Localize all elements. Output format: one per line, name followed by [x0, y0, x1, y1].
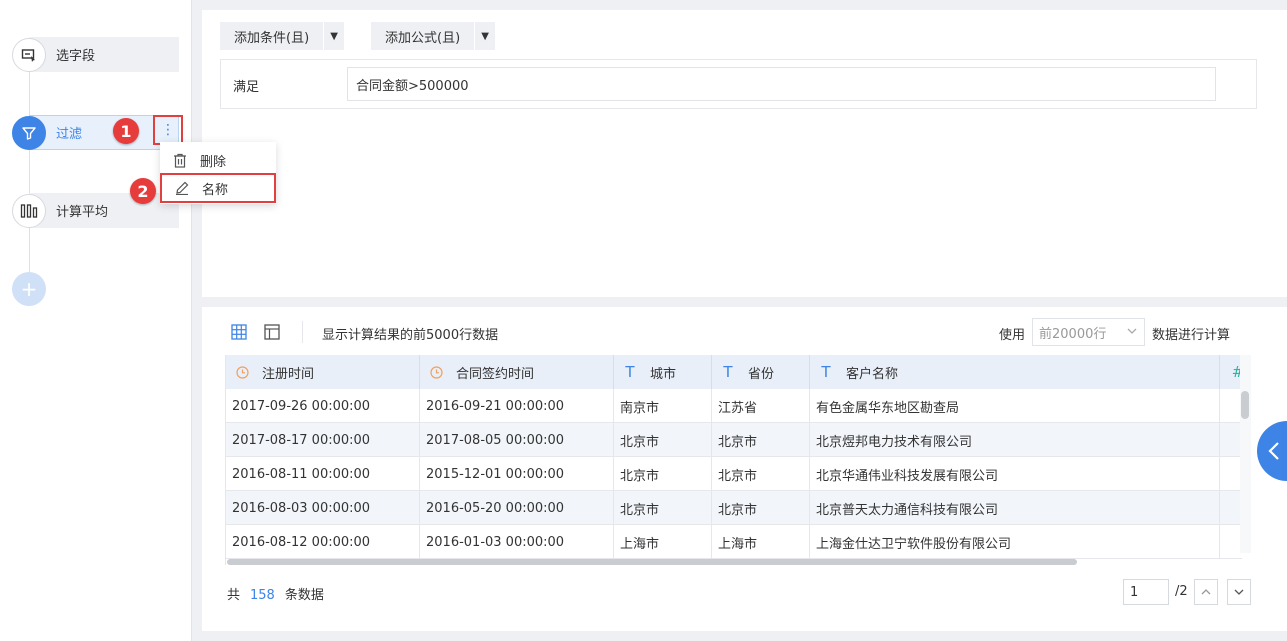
table-row[interactable]: 2016-08-11 00:00:00 2015-12-01 00:00:00 … — [226, 457, 1242, 491]
text-type-icon: T — [723, 363, 733, 381]
vertical-scrollbar-track — [1240, 355, 1251, 553]
chevron-down-icon — [1234, 589, 1244, 595]
trash-icon — [172, 152, 188, 168]
clock-icon — [234, 365, 250, 379]
text-type-icon: T — [821, 363, 831, 381]
page-total: /2 — [1175, 584, 1188, 599]
chevron-left-icon — [1268, 442, 1279, 460]
chevron-down-icon — [1126, 325, 1138, 340]
condition-box: 满足 合同金额>500000 — [220, 59, 1257, 109]
layout-view-icon[interactable] — [264, 324, 280, 340]
pipeline-connector — [29, 55, 30, 290]
column-header[interactable]: T 城市 — [614, 355, 712, 389]
menu-item-rename[interactable]: 名称 — [160, 173, 276, 203]
annotation-badge: 2 — [130, 178, 156, 204]
page-input[interactable]: 1 — [1123, 579, 1169, 605]
use-label: 使用 — [999, 328, 1026, 343]
menu-item-label: 名称 — [202, 182, 229, 198]
preview-info: 显示计算结果的前5000行数据 — [322, 328, 499, 343]
column-header[interactable]: T 省份 — [712, 355, 810, 389]
vertical-scrollbar[interactable] — [1241, 391, 1249, 419]
table-row[interactable]: 2017-08-17 00:00:00 2017-08-05 00:00:00 … — [226, 423, 1242, 457]
pencil-icon — [174, 180, 190, 196]
context-menu: 删除 名称 — [160, 142, 276, 204]
add-formula-button[interactable]: 添加公式(且) ▼ — [371, 22, 496, 50]
satisfy-label: 满足 — [233, 80, 260, 95]
column-header[interactable]: # — [1220, 355, 1242, 389]
plus-icon[interactable]: + — [12, 272, 46, 306]
horizontal-scrollbar[interactable] — [227, 559, 1077, 565]
column-header[interactable]: T 客户名称 — [810, 355, 1220, 389]
annotation-badge: 1 — [113, 118, 139, 144]
pipeline-panel: 选字段 过滤 ⋮ 1 计算平均 + — [0, 0, 192, 641]
column-header[interactable]: 合同签约时间 — [420, 355, 614, 389]
page-down-button[interactable] — [1227, 579, 1251, 605]
step-label: 选字段 — [56, 49, 96, 64]
calc-label: 数据进行计算 — [1152, 328, 1231, 343]
caret-down-icon[interactable]: ▼ — [323, 22, 344, 50]
page-up-button[interactable] — [1194, 579, 1218, 605]
table-row[interactable]: 2017-09-26 00:00:00 2016-09-21 00:00:00 … — [226, 389, 1242, 423]
average-columns-icon — [12, 193, 46, 228]
step-select-field[interactable]: 选字段 — [12, 37, 179, 72]
menu-item-delete[interactable]: 删除 — [160, 145, 276, 175]
condition-input[interactable]: 合同金额>500000 — [347, 67, 1216, 101]
chevron-up-icon — [1201, 589, 1211, 595]
data-table: 注册时间 合同签约时间 T 城市 T 省份 T 客户名称 # 20 — [225, 355, 1242, 565]
grid-view-icon[interactable] — [231, 324, 247, 340]
data-preview-panel: 显示计算结果的前5000行数据 使用 前20000行 数据进行计算 注册时间 合… — [202, 307, 1287, 631]
row-limit-select[interactable]: 前20000行 — [1032, 318, 1145, 346]
clock-icon — [428, 365, 444, 379]
step-label: 计算平均 — [56, 205, 109, 220]
filter-panel: 添加条件(且) ▼ 添加公式(且) ▼ 满足 合同金额>500000 — [202, 10, 1287, 297]
text-type-icon: T — [625, 363, 635, 381]
table-header: 注册时间 合同签约时间 T 城市 T 省份 T 客户名称 # — [226, 355, 1242, 389]
step-average[interactable]: 计算平均 — [12, 193, 179, 228]
step-label: 过滤 — [56, 127, 83, 142]
menu-item-label: 删除 — [200, 154, 227, 170]
total-count: 共 158 条数据 — [227, 588, 324, 603]
table-row[interactable]: 2016-08-03 00:00:00 2016-05-20 00:00:00 … — [226, 491, 1242, 525]
select-field-icon — [12, 37, 46, 72]
add-condition-button[interactable]: 添加条件(且) ▼ — [220, 22, 345, 50]
divider — [302, 321, 303, 343]
filter-icon — [12, 115, 46, 150]
table-row[interactable]: 2016-08-12 00:00:00 2016-01-03 00:00:00 … — [226, 525, 1242, 559]
caret-down-icon[interactable]: ▼ — [474, 22, 495, 50]
more-vertical-icon[interactable]: ⋮ — [153, 115, 183, 145]
column-header[interactable]: 注册时间 — [226, 355, 420, 389]
